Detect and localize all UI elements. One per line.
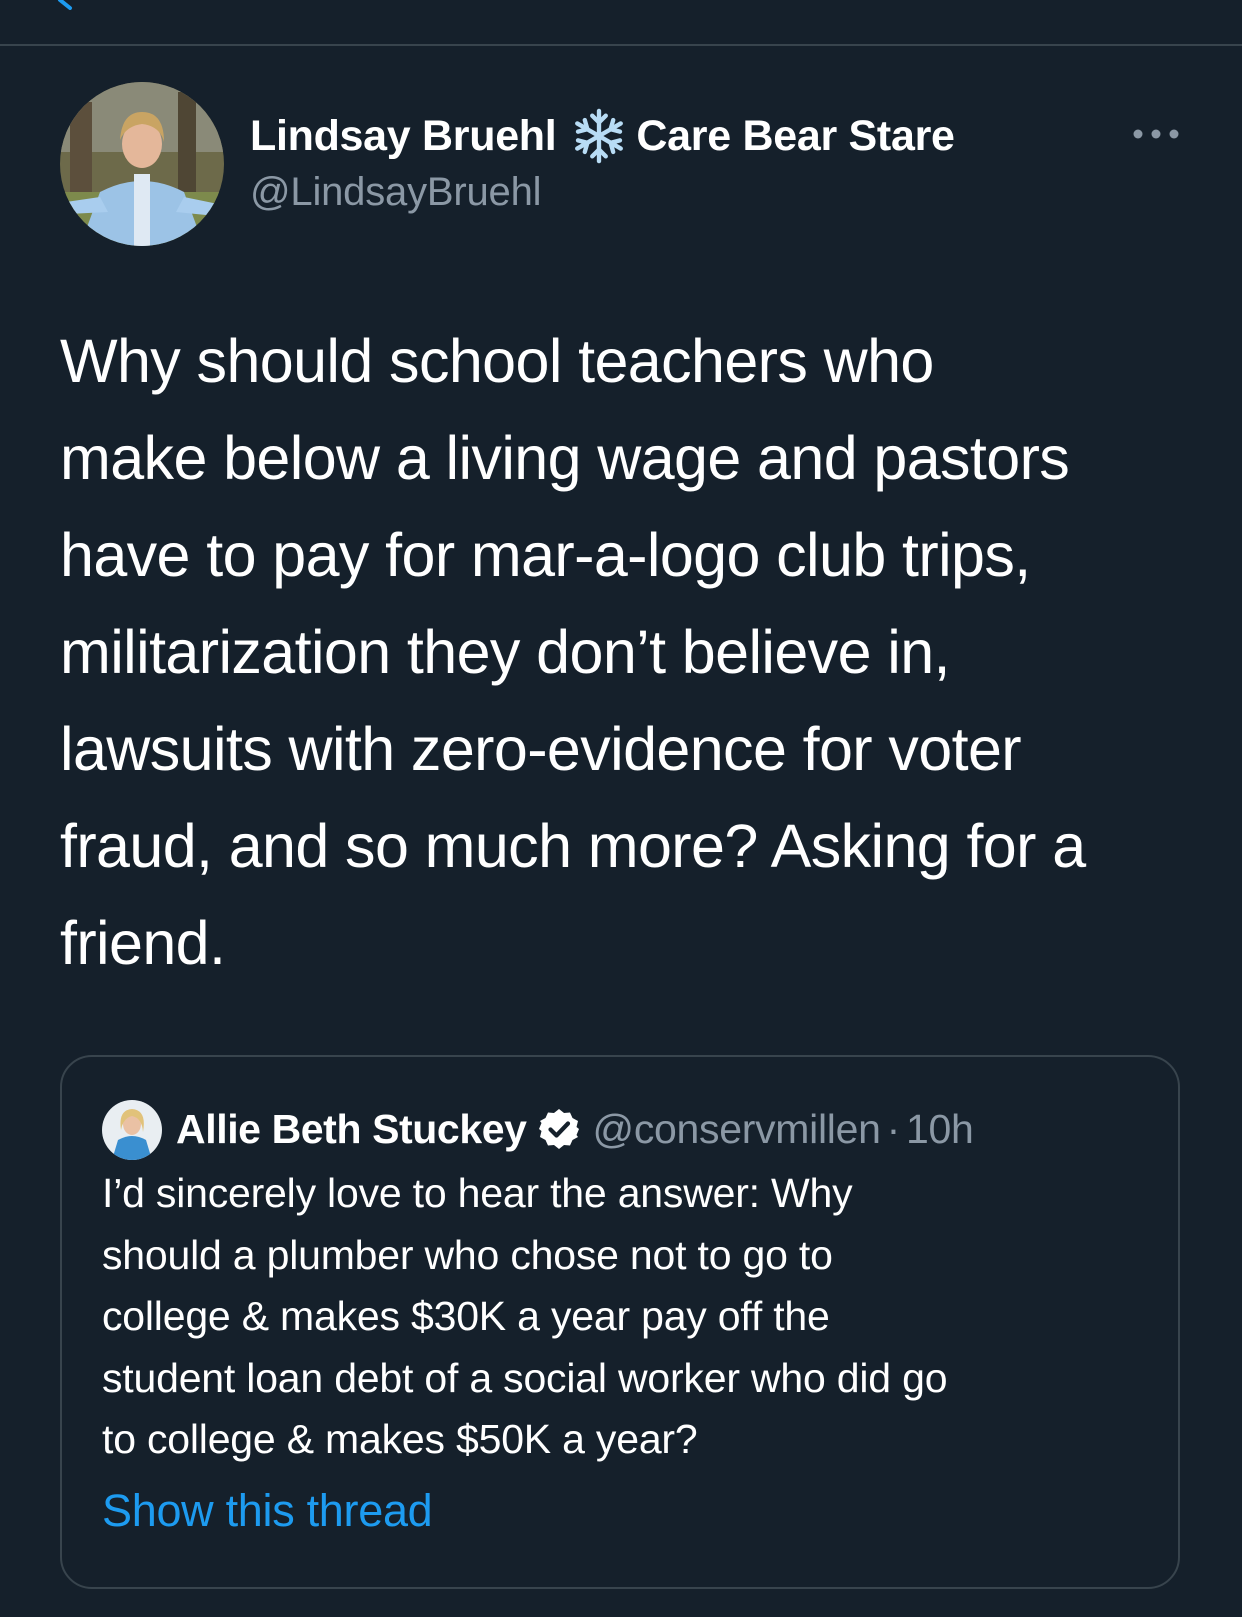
more-options-icon[interactable] — [1128, 116, 1184, 152]
header-separator: · — [886, 1105, 901, 1152]
author-name-suffix: Care Bear Stare — [636, 111, 955, 160]
author-display-name[interactable]: Lindsay Bruehl — [250, 112, 557, 161]
quoted-tweet-timestamp[interactable]: 10h — [906, 1106, 974, 1153]
profile-photo-avatar-icon — [60, 82, 224, 246]
quoted-tweet-header: Allie Beth Stuckey @conservmillen · 10h — [176, 1101, 974, 1157]
quoted-tweet-text: I’d sincerely love to hear the answer: W… — [102, 1170, 948, 1462]
author-name-row: Lindsay Bruehl Care Bear Stare — [250, 106, 955, 166]
header-divider — [0, 44, 1242, 46]
author-avatar[interactable] — [60, 82, 224, 246]
back-arrow-icon[interactable] — [56, 0, 78, 10]
profile-photo-avatar-icon — [102, 1100, 162, 1160]
snowflake-icon — [575, 108, 624, 164]
verified-badge-icon — [538, 1109, 579, 1149]
quoted-tweet-card[interactable]: Allie Beth Stuckey @conservmillen · 10h … — [60, 1055, 1180, 1589]
author-handle[interactable]: @LindsayBruehl — [250, 170, 542, 215]
tweet-text: Why should school teachers who make belo… — [60, 327, 1086, 977]
quoted-author-display-name[interactable]: Allie Beth Stuckey — [176, 1106, 527, 1153]
show-thread-link[interactable]: Show this thread — [102, 1485, 433, 1537]
quoted-author-handle[interactable]: @conservmillen — [593, 1106, 881, 1153]
quoted-author-avatar[interactable] — [102, 1100, 162, 1160]
